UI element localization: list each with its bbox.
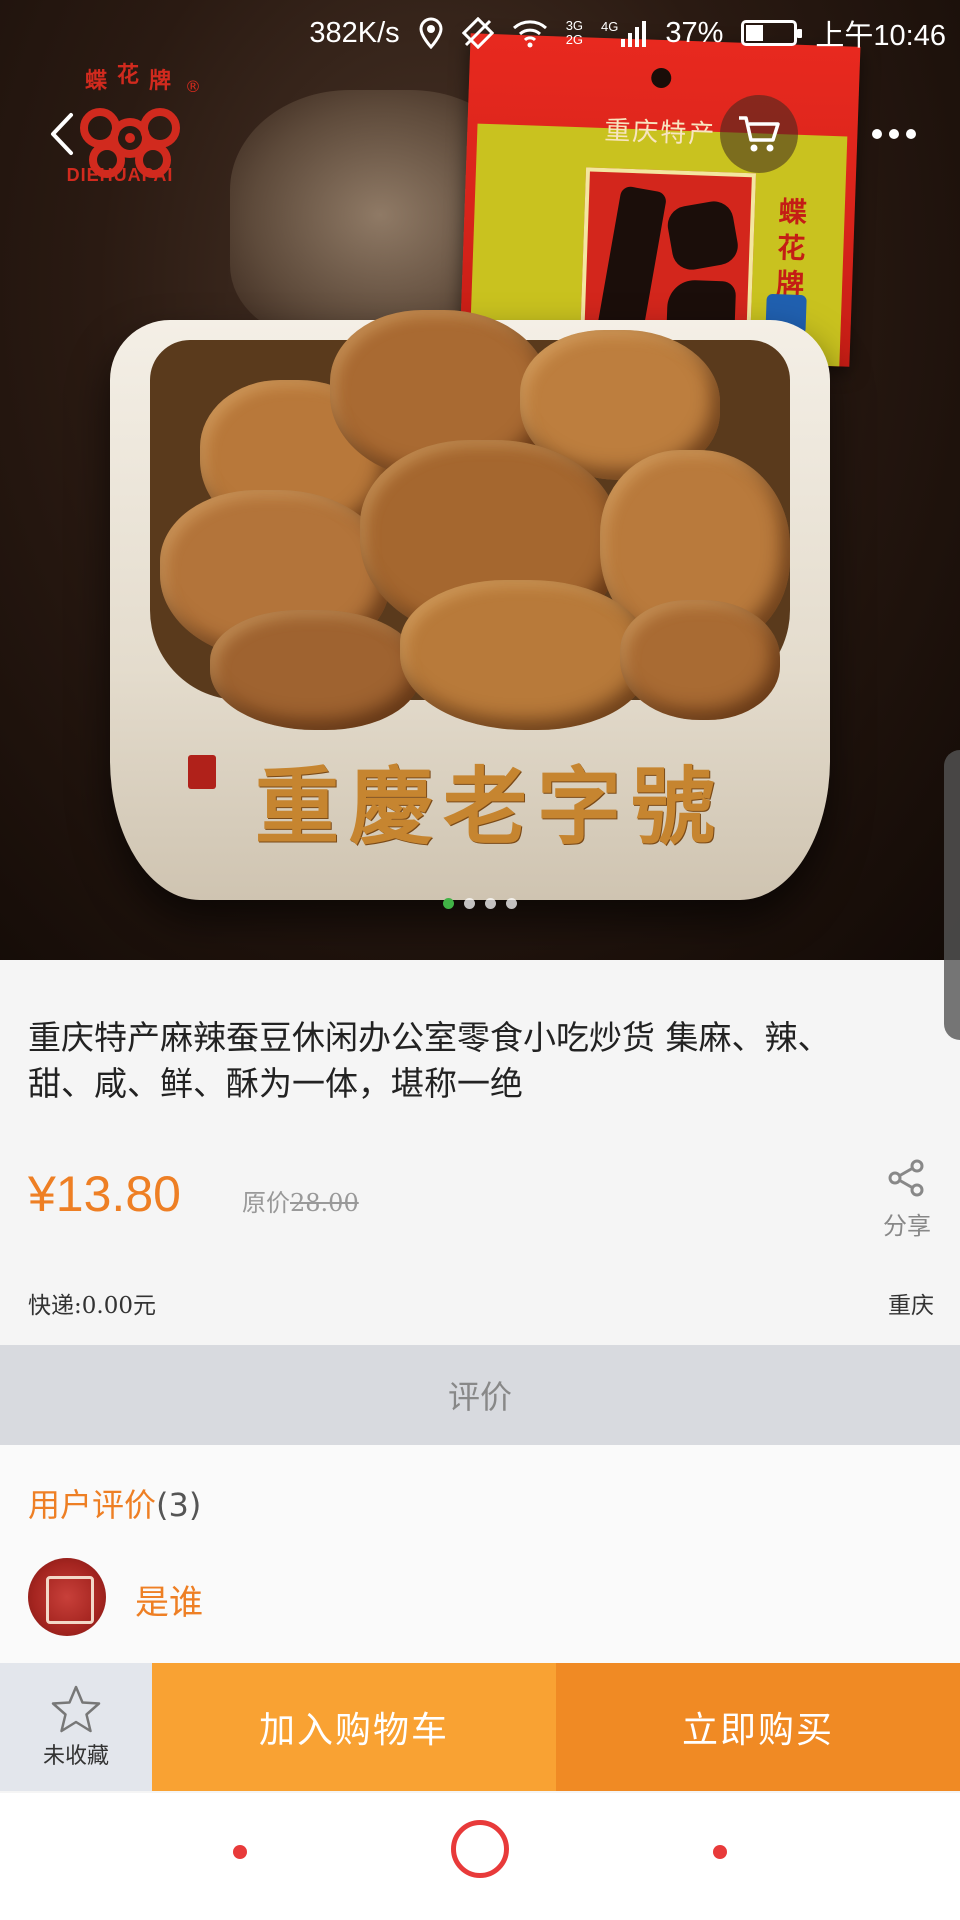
product-title: 重庆特产麻辣蚕豆休闲办公室零食小吃炒货 集麻、辣、甜、咸、鲜、酥为一体，堪称一绝 xyxy=(28,1018,831,1103)
back-button[interactable] xyxy=(24,95,102,173)
reviews-tab[interactable]: 评价 xyxy=(0,1345,960,1445)
share-button[interactable]: 分享 xyxy=(878,1158,936,1241)
system-nav-bar xyxy=(0,1793,960,1920)
reviews-section: 用户评价(3) 是谁 xyxy=(0,1445,960,1665)
snack-piece xyxy=(620,600,780,720)
snack-piece xyxy=(210,610,420,730)
battery-icon xyxy=(741,20,803,46)
buy-now-button[interactable]: 立即购买 xyxy=(556,1663,960,1791)
rotate-icon xyxy=(461,17,494,49)
snack-piece xyxy=(400,580,650,730)
svg-text:®: ® xyxy=(185,77,201,96)
bowl-calligraphy: 重慶老字號 xyxy=(254,756,725,856)
reviewer-name: 是谁 xyxy=(135,1583,203,1623)
avatar xyxy=(28,1558,106,1636)
side-drawer-handle[interactable] xyxy=(944,750,960,1040)
product-packet: 重庆特产 蝶花牌 xyxy=(459,33,861,367)
chevron-left-icon xyxy=(51,113,73,155)
cart-button[interactable] xyxy=(720,95,798,173)
nav-menu-button[interactable] xyxy=(713,1845,727,1859)
cart-icon xyxy=(739,116,780,152)
product-detail-page: 蝶 花 牌 ® DIEHUAPAI 重庆特产 蝶花牌 重慶老字號 382K/s … xyxy=(0,0,960,1920)
shipping-fee: 快递:0.00元 xyxy=(28,1293,156,1319)
ship-location: 重庆 xyxy=(888,1293,934,1319)
carousel-dot[interactable] xyxy=(464,898,475,909)
product-image-carousel[interactable]: 蝶 花 牌 ® DIEHUAPAI 重庆特产 蝶花牌 重慶老字號 382K/s … xyxy=(0,0,960,960)
original-price: 原价28.00 xyxy=(242,1189,359,1217)
signal-3g-2g-icon: 3G 2G xyxy=(565,18,584,47)
share-label: 分享 xyxy=(883,1212,931,1240)
net-speed: 382K/s xyxy=(309,16,400,49)
add-to-cart-button[interactable]: 加入购物车 xyxy=(152,1663,556,1791)
carousel-dot[interactable] xyxy=(485,898,496,909)
more-button[interactable] xyxy=(855,95,933,173)
status-bar: 382K/s 3G 2G 4G 37% 上午10:46 xyxy=(0,0,960,66)
favorite-button[interactable]: 未收藏 xyxy=(0,1663,152,1791)
favorite-label: 未收藏 xyxy=(42,1744,109,1769)
signal-4g-icon: 4G xyxy=(601,19,647,47)
wifi-icon xyxy=(512,18,548,48)
review-count[interactable]: 用户评价(3) xyxy=(28,1480,201,1526)
carousel-indicator xyxy=(0,898,960,909)
logo-char: 牌 xyxy=(149,68,171,94)
current-price: ¥13.80 xyxy=(28,1166,181,1222)
product-info: 重庆特产麻辣蚕豆休闲办公室零食小吃炒货 集麻、辣、甜、咸、鲜、酥为一体，堪称一绝… xyxy=(0,960,960,1345)
packet-side-text: 蝶花牌 xyxy=(775,195,808,302)
star-icon xyxy=(51,1685,101,1733)
carousel-dot[interactable] xyxy=(443,898,454,909)
logo-char: 蝶 xyxy=(85,69,108,94)
nav-home-button[interactable] xyxy=(451,1820,509,1878)
nav-back-button[interactable] xyxy=(233,1845,247,1859)
clock: 上午10:46 xyxy=(815,20,946,52)
action-bar: 未收藏 加入购物车 立即购买 xyxy=(0,1663,960,1791)
carousel-dot[interactable] xyxy=(506,898,517,909)
battery-percent: 37% xyxy=(665,16,724,49)
location-icon xyxy=(418,17,444,49)
more-dots-icon xyxy=(872,129,916,139)
share-icon xyxy=(888,1159,924,1197)
